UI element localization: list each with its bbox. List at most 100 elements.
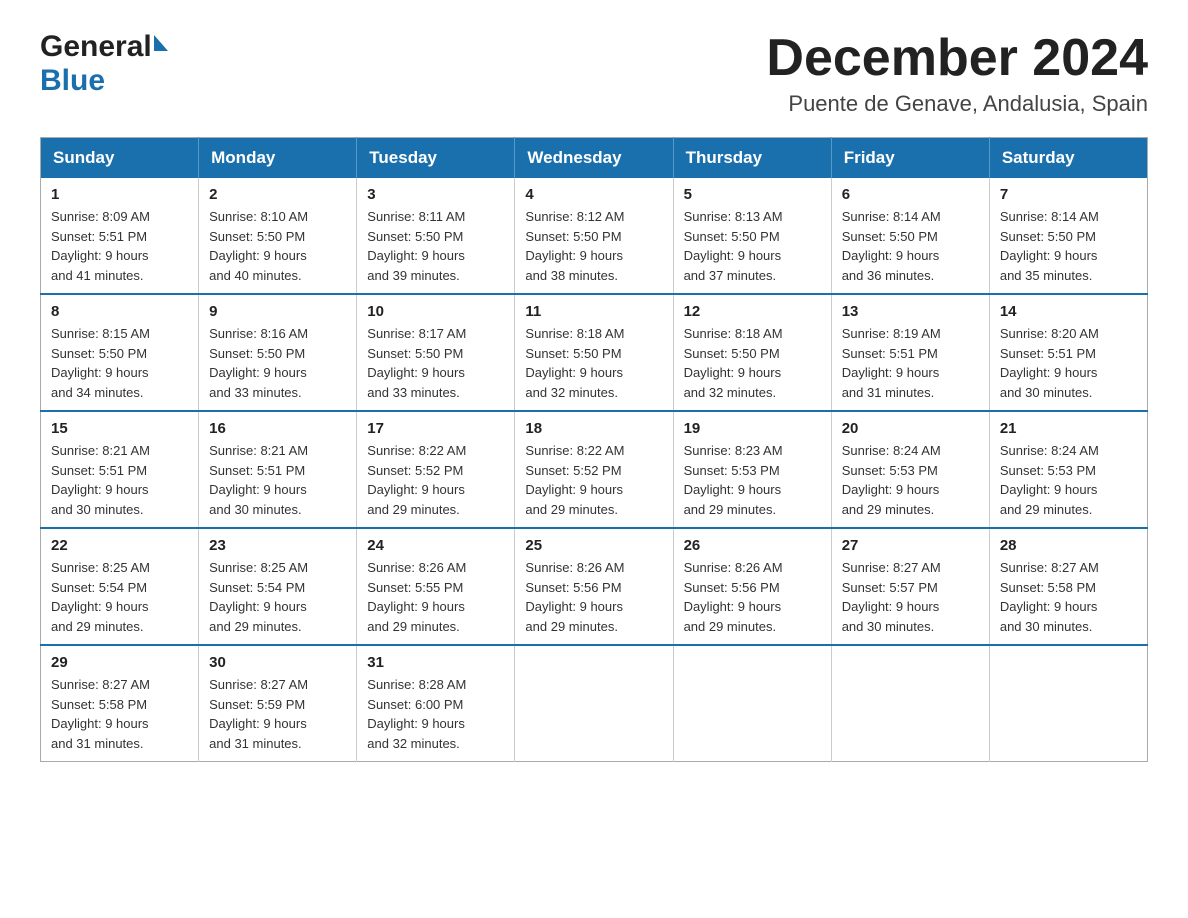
day-number: 4 — [525, 186, 662, 203]
day-number: 3 — [367, 186, 504, 203]
day-number: 13 — [842, 303, 979, 320]
day-number: 23 — [209, 537, 346, 554]
day-number: 15 — [51, 420, 188, 437]
day-info: Sunrise: 8:23 AM Sunset: 5:53 PM Dayligh… — [684, 441, 821, 519]
weekday-header-wednesday: Wednesday — [515, 138, 673, 179]
day-info: Sunrise: 8:12 AM Sunset: 5:50 PM Dayligh… — [525, 207, 662, 285]
day-info: Sunrise: 8:25 AM Sunset: 5:54 PM Dayligh… — [51, 558, 188, 636]
day-info: Sunrise: 8:13 AM Sunset: 5:50 PM Dayligh… — [684, 207, 821, 285]
day-info: Sunrise: 8:15 AM Sunset: 5:50 PM Dayligh… — [51, 324, 188, 402]
day-info: Sunrise: 8:25 AM Sunset: 5:54 PM Dayligh… — [209, 558, 346, 636]
calendar-week-row: 29 Sunrise: 8:27 AM Sunset: 5:58 PM Dayli… — [41, 645, 1148, 762]
day-info: Sunrise: 8:27 AM Sunset: 5:58 PM Dayligh… — [1000, 558, 1137, 636]
day-number: 10 — [367, 303, 504, 320]
calendar-cell: 10 Sunrise: 8:17 AM Sunset: 5:50 PM Dayli… — [357, 294, 515, 411]
calendar-cell: 21Sunrise: 8:24 AM Sunset: 5:53 PM Dayli… — [989, 411, 1147, 528]
location-subtitle: Puente de Genave, Andalusia, Spain — [766, 91, 1148, 117]
calendar-cell: 26 Sunrise: 8:26 AM Sunset: 5:56 PM Dayli… — [673, 528, 831, 645]
logo-general: General — [40, 30, 152, 64]
weekday-header-tuesday: Tuesday — [357, 138, 515, 179]
day-number: 2 — [209, 186, 346, 203]
calendar-cell: 20Sunrise: 8:24 AM Sunset: 5:53 PM Dayli… — [831, 411, 989, 528]
calendar-cell: 27 Sunrise: 8:27 AM Sunset: 5:57 PM Dayli… — [831, 528, 989, 645]
day-number: 31 — [367, 654, 504, 671]
day-number: 19 — [684, 420, 821, 437]
day-number: 26 — [684, 537, 821, 554]
weekday-header-row: SundayMondayTuesdayWednesdayThursdayFrid… — [41, 138, 1148, 179]
logo-blue: Blue — [40, 64, 105, 97]
day-info: Sunrise: 8:16 AM Sunset: 5:50 PM Dayligh… — [209, 324, 346, 402]
day-info: Sunrise: 8:14 AM Sunset: 5:50 PM Dayligh… — [1000, 207, 1137, 285]
weekday-header-thursday: Thursday — [673, 138, 831, 179]
calendar-cell: 8 Sunrise: 8:15 AM Sunset: 5:50 PM Daylig… — [41, 294, 199, 411]
day-number: 28 — [1000, 537, 1137, 554]
day-number: 17 — [367, 420, 504, 437]
calendar-table: SundayMondayTuesdayWednesdayThursdayFrid… — [40, 137, 1148, 762]
calendar-cell: 3Sunrise: 8:11 AM Sunset: 5:50 PM Daylig… — [357, 178, 515, 294]
calendar-cell: 6 Sunrise: 8:14 AM Sunset: 5:50 PM Daylig… — [831, 178, 989, 294]
calendar-cell: 7Sunrise: 8:14 AM Sunset: 5:50 PM Daylig… — [989, 178, 1147, 294]
day-info: Sunrise: 8:26 AM Sunset: 5:55 PM Dayligh… — [367, 558, 504, 636]
day-number: 25 — [525, 537, 662, 554]
weekday-header-sunday: Sunday — [41, 138, 199, 179]
calendar-cell: 1 Sunrise: 8:09 AM Sunset: 5:51 PM Daylig… — [41, 178, 199, 294]
day-info: Sunrise: 8:18 AM Sunset: 5:50 PM Dayligh… — [525, 324, 662, 402]
day-number: 5 — [684, 186, 821, 203]
day-info: Sunrise: 8:26 AM Sunset: 5:56 PM Dayligh… — [684, 558, 821, 636]
day-info: Sunrise: 8:18 AM Sunset: 5:50 PM Dayligh… — [684, 324, 821, 402]
calendar-week-row: 1 Sunrise: 8:09 AM Sunset: 5:51 PM Daylig… — [41, 178, 1148, 294]
logo-arrow-icon — [154, 35, 168, 51]
day-number: 18 — [525, 420, 662, 437]
calendar-cell — [515, 645, 673, 762]
day-info: Sunrise: 8:22 AM Sunset: 5:52 PM Dayligh… — [367, 441, 504, 519]
calendar-cell — [831, 645, 989, 762]
calendar-week-row: 8 Sunrise: 8:15 AM Sunset: 5:50 PM Daylig… — [41, 294, 1148, 411]
calendar-cell: 12 Sunrise: 8:18 AM Sunset: 5:50 PM Dayli… — [673, 294, 831, 411]
day-info: Sunrise: 8:19 AM Sunset: 5:51 PM Dayligh… — [842, 324, 979, 402]
day-info: Sunrise: 8:21 AM Sunset: 5:51 PM Dayligh… — [209, 441, 346, 519]
day-info: Sunrise: 8:26 AM Sunset: 5:56 PM Dayligh… — [525, 558, 662, 636]
calendar-cell: 2 Sunrise: 8:10 AM Sunset: 5:50 PM Daylig… — [199, 178, 357, 294]
day-number: 12 — [684, 303, 821, 320]
weekday-header-friday: Friday — [831, 138, 989, 179]
calendar-cell: 22Sunrise: 8:25 AM Sunset: 5:54 PM Dayli… — [41, 528, 199, 645]
day-info: Sunrise: 8:14 AM Sunset: 5:50 PM Dayligh… — [842, 207, 979, 285]
day-info: Sunrise: 8:17 AM Sunset: 5:50 PM Dayligh… — [367, 324, 504, 402]
calendar-cell: 19 Sunrise: 8:23 AM Sunset: 5:53 PM Dayli… — [673, 411, 831, 528]
calendar-cell: 17 Sunrise: 8:22 AM Sunset: 5:52 PM Dayli… — [357, 411, 515, 528]
calendar-cell: 9 Sunrise: 8:16 AM Sunset: 5:50 PM Daylig… — [199, 294, 357, 411]
calendar-cell: 24 Sunrise: 8:26 AM Sunset: 5:55 PM Dayli… — [357, 528, 515, 645]
day-number: 6 — [842, 186, 979, 203]
day-number: 16 — [209, 420, 346, 437]
day-info: Sunrise: 8:27 AM Sunset: 5:59 PM Dayligh… — [209, 675, 346, 753]
day-number: 29 — [51, 654, 188, 671]
month-year-title: December 2024 — [766, 30, 1148, 87]
calendar-cell: 13 Sunrise: 8:19 AM Sunset: 5:51 PM Dayli… — [831, 294, 989, 411]
day-number: 9 — [209, 303, 346, 320]
calendar-cell: 28 Sunrise: 8:27 AM Sunset: 5:58 PM Dayli… — [989, 528, 1147, 645]
logo: General Blue — [40, 30, 168, 98]
day-info: Sunrise: 8:24 AM Sunset: 5:53 PM Dayligh… — [842, 441, 979, 519]
page-header: General Blue December 2024 Puente de Gen… — [40, 30, 1148, 117]
day-info: Sunrise: 8:22 AM Sunset: 5:52 PM Dayligh… — [525, 441, 662, 519]
day-number: 27 — [842, 537, 979, 554]
calendar-cell: 14Sunrise: 8:20 AM Sunset: 5:51 PM Dayli… — [989, 294, 1147, 411]
calendar-cell — [989, 645, 1147, 762]
calendar-cell: 30Sunrise: 8:27 AM Sunset: 5:59 PM Dayli… — [199, 645, 357, 762]
day-info: Sunrise: 8:09 AM Sunset: 5:51 PM Dayligh… — [51, 207, 188, 285]
day-number: 8 — [51, 303, 188, 320]
title-section: December 2024 Puente de Genave, Andalusi… — [766, 30, 1148, 117]
calendar-cell: 25 Sunrise: 8:26 AM Sunset: 5:56 PM Dayli… — [515, 528, 673, 645]
day-info: Sunrise: 8:10 AM Sunset: 5:50 PM Dayligh… — [209, 207, 346, 285]
calendar-week-row: 22Sunrise: 8:25 AM Sunset: 5:54 PM Dayli… — [41, 528, 1148, 645]
day-number: 14 — [1000, 303, 1137, 320]
calendar-cell: 4 Sunrise: 8:12 AM Sunset: 5:50 PM Daylig… — [515, 178, 673, 294]
day-info: Sunrise: 8:27 AM Sunset: 5:57 PM Dayligh… — [842, 558, 979, 636]
calendar-cell: 29 Sunrise: 8:27 AM Sunset: 5:58 PM Dayli… — [41, 645, 199, 762]
day-info: Sunrise: 8:27 AM Sunset: 5:58 PM Dayligh… — [51, 675, 188, 753]
day-number: 1 — [51, 186, 188, 203]
calendar-cell: 11Sunrise: 8:18 AM Sunset: 5:50 PM Dayli… — [515, 294, 673, 411]
day-info: Sunrise: 8:24 AM Sunset: 5:53 PM Dayligh… — [1000, 441, 1137, 519]
day-info: Sunrise: 8:28 AM Sunset: 6:00 PM Dayligh… — [367, 675, 504, 753]
day-number: 24 — [367, 537, 504, 554]
